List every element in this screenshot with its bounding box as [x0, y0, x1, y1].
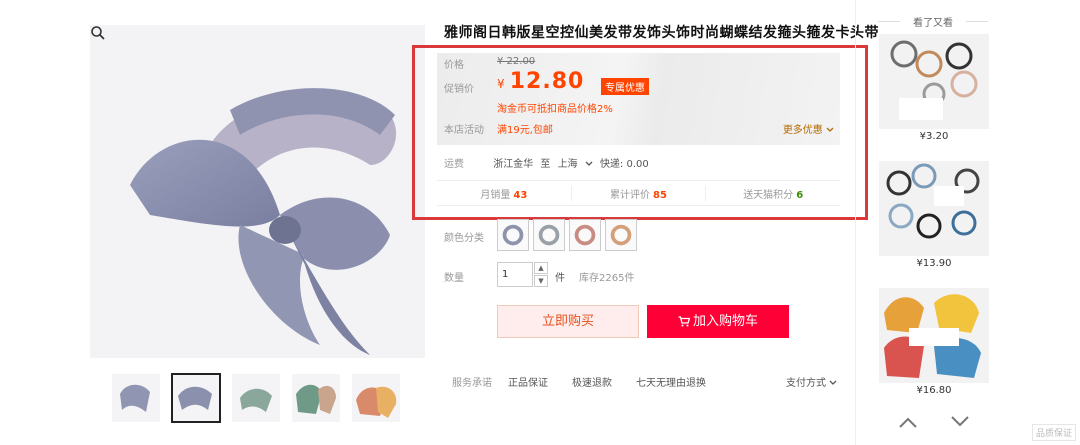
price-panel: 价格 ¥ 22.00 促销价 ¥ 12.80 专属优惠 淘金币可抵扣商品价格2%… [437, 53, 840, 145]
monthly-sales-label: 月销量 [480, 189, 511, 201]
more-deals-link[interactable]: 更多优惠 [783, 121, 834, 136]
express-fee: 快递: 0.00 [599, 159, 649, 170]
stats-row: 月销量 43 累计评价 85 送天猫积分 6 [437, 180, 840, 206]
column-divider [855, 0, 856, 445]
more-deals-label: 更多优惠 [782, 125, 823, 136]
thumbnail-3[interactable] [232, 374, 280, 422]
service-item-7day-return[interactable]: 七天无理由退换 [636, 374, 706, 389]
recommended-item-image[interactable] [879, 288, 989, 383]
thumbnail-5[interactable] [352, 374, 400, 422]
color-swatch-4[interactable] [605, 219, 637, 251]
ship-from: 浙江金华 [493, 159, 534, 170]
payment-methods-label: 支付方式 [786, 378, 826, 389]
thumbnail-2[interactable] [171, 373, 221, 423]
currency-symbol: ¥ [497, 77, 505, 91]
reviews-label: 累计评价 [610, 189, 651, 201]
points-label: 送天猫积分 [743, 189, 794, 201]
recommended-item-price: ¥3.20 [919, 131, 949, 142]
service-label: 服务承诺 [452, 378, 492, 389]
watermark-badge: 品质保证 [1031, 424, 1076, 441]
service-row: 服务承诺 正品保证 极速退款 七天无理由退换 [452, 374, 730, 389]
color-swatch-2[interactable] [533, 219, 565, 251]
promo-price: ¥ 12.80 [497, 69, 584, 94]
chevron-down-icon [826, 127, 834, 132]
color-label: 颜色分类 [444, 233, 484, 244]
coin-discount-note: 淘金币可抵扣商品价格2% [497, 104, 613, 115]
add-to-cart-label: 加入购物车 [692, 314, 758, 329]
ship-to-value: 上海 [557, 159, 578, 170]
cart-icon [678, 316, 690, 327]
thumbnail-strip [112, 373, 400, 423]
service-item-fast-refund[interactable]: 极速退款 [572, 374, 612, 389]
reviews[interactable]: 累计评价 85 [572, 185, 707, 201]
reviews-value: 85 [653, 189, 667, 201]
tmall-points: 送天猫积分 6 [706, 186, 840, 201]
activity-label: 本店活动 [444, 125, 484, 136]
quantity-input[interactable]: 1 [497, 262, 533, 287]
recommended-item-image[interactable] [879, 161, 989, 256]
shipping-label: 运费 [444, 159, 464, 170]
color-swatch-3[interactable] [569, 219, 601, 251]
product-title: 雅师阁日韩版星空控仙美发带发饰头饰时尚蝴蝶结发箍头箍发卡头带 [444, 25, 879, 41]
magnifier-icon[interactable] [90, 25, 106, 41]
payment-methods-dropdown[interactable]: 支付方式 [786, 374, 837, 389]
thumbnail-1[interactable] [112, 374, 160, 422]
price-label: 价格 [444, 60, 464, 71]
activity-text: 满19元,包邮 [497, 125, 553, 136]
recommended-item[interactable]: ¥3.20 [879, 34, 989, 142]
recommended-item[interactable]: ¥16.80 [879, 288, 989, 396]
recommended-item-price: ¥16.80 [916, 385, 952, 396]
also-viewed-header: 看了又看 [878, 14, 988, 29]
monthly-sales-value: 43 [513, 189, 528, 201]
recommended-item-price: ¥13.90 [916, 258, 952, 269]
original-price: ¥ 22.00 [497, 56, 536, 67]
chevron-up-icon[interactable] [898, 415, 918, 429]
points-value: 6 [796, 189, 804, 201]
promo-label: 促销价 [444, 84, 474, 95]
chevron-down-icon[interactable] [950, 415, 970, 429]
monthly-sales: 月销量 43 [437, 185, 572, 201]
add-to-cart-button[interactable]: 加入购物车 [647, 305, 789, 338]
service-item-authentic[interactable]: 正品保证 [508, 374, 548, 389]
chevron-down-icon [585, 161, 593, 166]
quantity-decrease-button[interactable]: ▼ [534, 275, 548, 287]
buy-now-button[interactable]: 立即购买 [497, 305, 639, 338]
recommended-item[interactable]: ¥13.90 [879, 161, 989, 269]
shipping-row: 运费 浙江金华 至 上海 快递: 0.00 [444, 155, 653, 170]
main-product-image[interactable] [90, 25, 425, 358]
quantity-label: 数量 [444, 273, 464, 284]
promo-badge[interactable]: 专属优惠 [601, 78, 649, 95]
color-swatches [497, 219, 637, 251]
chevron-down-icon [829, 380, 837, 385]
recommended-item-image[interactable] [879, 34, 989, 129]
color-swatch-1[interactable] [497, 219, 529, 251]
quantity-increase-button[interactable]: ▲ [534, 262, 548, 274]
quantity-unit: 件 [555, 273, 565, 284]
stock-count: 库存2265件 [579, 273, 635, 284]
thumbnail-4[interactable] [292, 374, 340, 422]
ship-to-select[interactable]: 上海 [558, 159, 596, 170]
ship-to-word: 至 [540, 159, 551, 170]
promo-price-value: 12.80 [509, 69, 585, 94]
